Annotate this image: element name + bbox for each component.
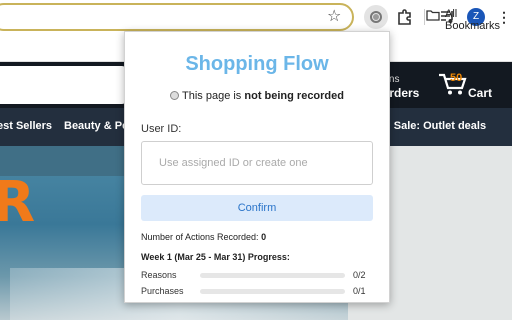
- cart-count: 50: [450, 72, 463, 84]
- actions-label: Number of Actions Recorded:: [141, 232, 262, 242]
- record-status-icon: [170, 91, 179, 100]
- folder-icon: [426, 8, 440, 26]
- puzzle-icon[interactable]: [396, 8, 414, 31]
- progress-label-reasons: Reasons: [141, 270, 177, 280]
- userid-label: User ID:: [141, 123, 182, 135]
- progress-bar-purchases: [200, 289, 345, 294]
- subnav-best-sellers[interactable]: est Sellers: [0, 120, 52, 132]
- extension-record-icon[interactable]: [364, 5, 388, 29]
- all-bookmarks-button[interactable]: All Bookmarks: [445, 8, 512, 32]
- progress-label-purchases: Purchases: [141, 286, 184, 296]
- recording-status: This page is not being recorded: [125, 90, 389, 102]
- status-bold: not being recorded: [244, 90, 344, 102]
- progress-bar-reasons: [200, 273, 345, 278]
- confirm-button[interactable]: Confirm: [141, 195, 373, 221]
- week-progress-title: Week 1 (Mar 25 - Mar 31) Progress:: [141, 252, 290, 262]
- subnav-outlet-deals[interactable]: g Sale: Outlet deals: [384, 120, 486, 132]
- actions-count: 0: [261, 232, 267, 242]
- progress-count-purchases: 0/1: [353, 286, 366, 296]
- cart-label[interactable]: Cart: [468, 86, 492, 100]
- progress-count-reasons: 0/2: [353, 270, 366, 280]
- star-icon[interactable]: ☆: [327, 7, 341, 25]
- actions-recorded: Number of Actions Recorded: 0: [141, 232, 266, 242]
- userid-input[interactable]: [141, 141, 373, 185]
- extension-popup: Shopping Flow This page is not being rec…: [124, 31, 390, 303]
- site-search-box[interactable]: [0, 66, 126, 104]
- popup-title: Shopping Flow: [185, 53, 329, 75]
- hero-letter: R: [0, 170, 36, 235]
- address-bar[interactable]: [0, 3, 354, 31]
- toolbar-divider: [424, 9, 425, 25]
- status-prefix: This page is: [182, 90, 245, 102]
- subnav-beauty[interactable]: Beauty & Pe: [64, 120, 128, 132]
